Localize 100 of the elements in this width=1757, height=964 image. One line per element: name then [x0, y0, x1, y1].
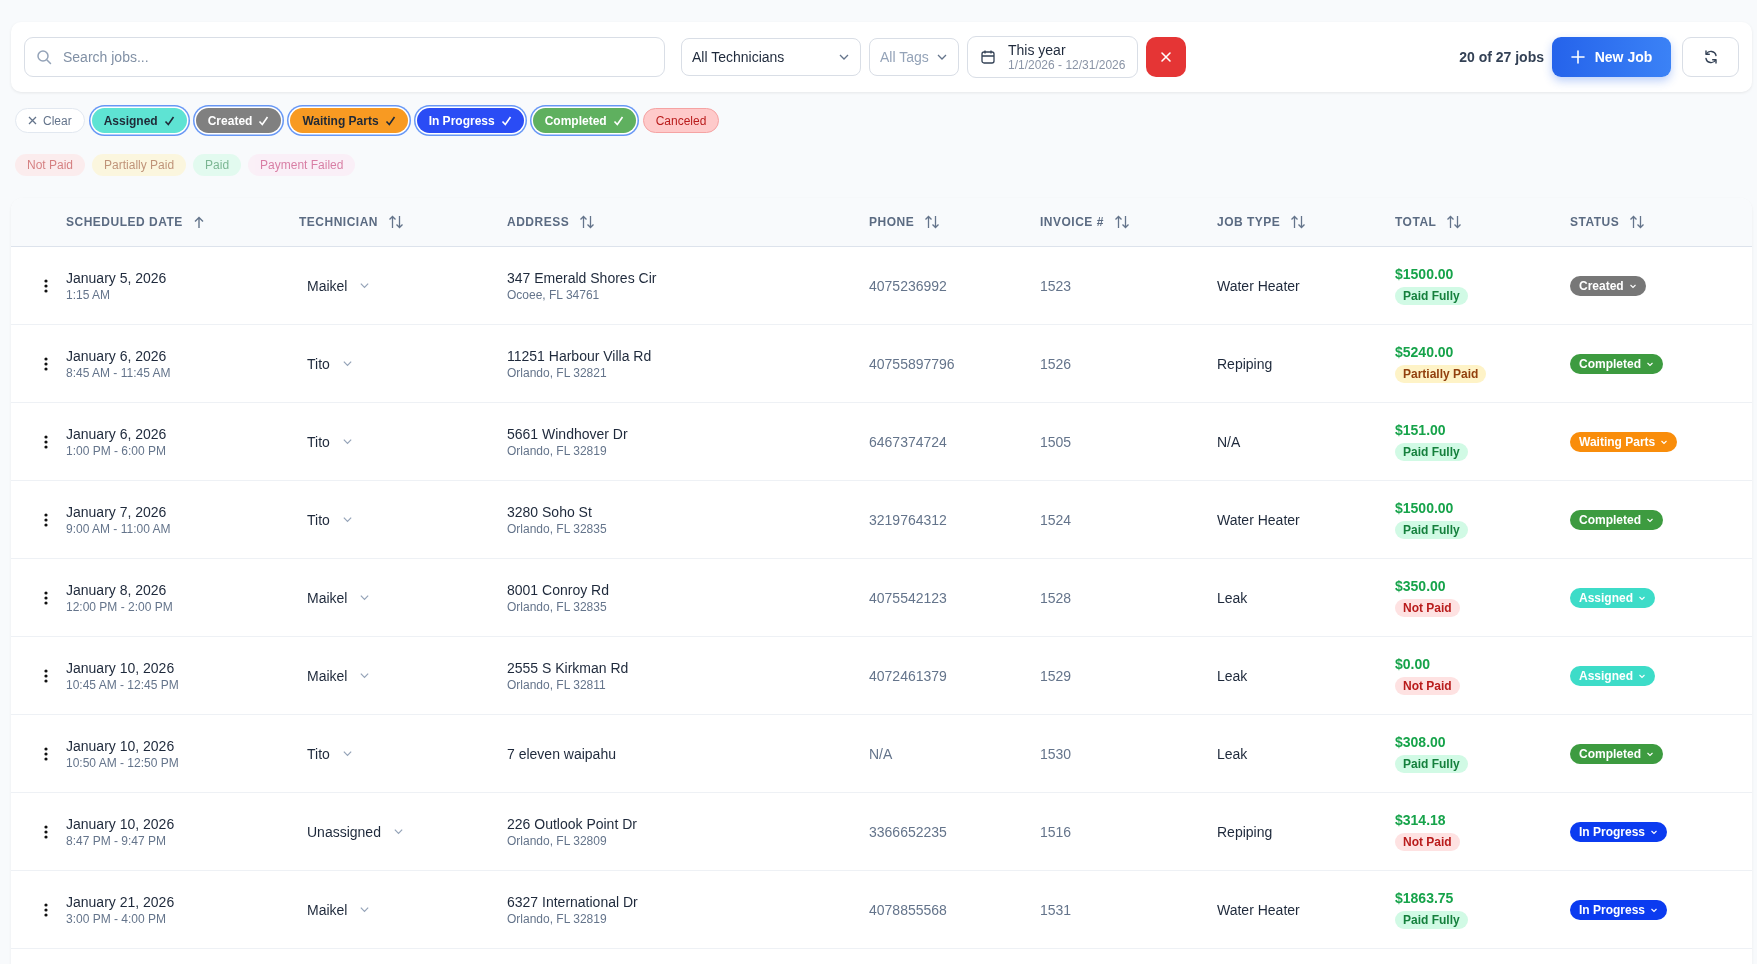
invoice-cell: 1505	[1040, 433, 1072, 450]
chevron-down-icon	[392, 826, 404, 837]
total-amount: $1500.00	[1395, 266, 1454, 282]
scheduled-date: January 10, 2026	[66, 815, 175, 832]
close-icon	[1160, 51, 1173, 63]
job-count: 20 of 27 jobs	[1459, 49, 1544, 65]
status-filter-chip[interactable]: Waiting Parts	[290, 108, 408, 133]
chevron-down-icon	[341, 514, 353, 525]
status-filter-chip[interactable]: Assigned	[91, 108, 187, 133]
status-dropdown[interactable]: Completed	[1570, 509, 1663, 530]
technician-select[interactable]: Maikel	[299, 897, 379, 922]
chevron-down-icon	[359, 280, 371, 291]
column-header[interactable]: SCHEDULED DATE	[66, 215, 183, 229]
city-line: Orlando, FL 32819	[507, 911, 607, 926]
scheduled-date: January 6, 2026	[66, 425, 167, 442]
more-options-icon[interactable]	[43, 512, 48, 527]
invoice-cell: 1531	[1040, 901, 1072, 918]
sort-icon[interactable]	[1113, 215, 1130, 229]
plus-icon	[1570, 50, 1585, 64]
status-dropdown[interactable]: Created	[1570, 275, 1646, 296]
date-range-picker[interactable]: This year 1/1/2026 - 12/31/2026	[967, 36, 1139, 78]
payment-badge: Partially Paid	[1395, 365, 1487, 383]
scheduled-time: 12:00 PM - 2:00 PM	[66, 599, 173, 614]
more-options-icon[interactable]	[43, 902, 48, 917]
scheduled-date: January 21, 2026	[66, 893, 175, 910]
sort-ascending-icon[interactable]	[192, 215, 205, 229]
total-amount: $1500.00	[1395, 500, 1454, 516]
sort-icon[interactable]	[1290, 215, 1307, 229]
job-type-cell: Water Heater	[1217, 277, 1300, 294]
invoice-cell: 1526	[1040, 355, 1072, 372]
technician-select[interactable]: Tito	[299, 741, 361, 766]
technician-select[interactable]: Tito	[299, 429, 361, 454]
invoice-cell: 1529	[1040, 667, 1072, 684]
clear-date-button[interactable]	[1146, 37, 1187, 77]
total-amount: $350.00	[1395, 578, 1446, 594]
more-options-icon[interactable]	[43, 434, 48, 449]
technician-select[interactable]: Maikel	[299, 273, 379, 298]
job-type-cell: Repiping	[1217, 355, 1273, 372]
column-header[interactable]: PHONE	[869, 215, 915, 229]
more-options-icon[interactable]	[43, 668, 48, 683]
chevron-down-icon	[359, 904, 371, 915]
phone-cell: 6467374724	[869, 433, 947, 450]
refresh-button[interactable]	[1682, 37, 1739, 77]
phone-cell: 4075236992	[869, 277, 947, 294]
column-header[interactable]: TECHNICIAN	[299, 215, 378, 229]
status-dropdown[interactable]: Completed	[1570, 743, 1663, 764]
status-dropdown[interactable]: In Progress	[1570, 899, 1668, 920]
more-options-icon[interactable]	[43, 590, 48, 605]
street-address: 6327 International Dr	[507, 893, 638, 910]
job-type-cell: Leak	[1217, 667, 1248, 684]
status-dropdown[interactable]: Completed	[1570, 353, 1663, 374]
column-header[interactable]: STATUS	[1570, 215, 1620, 229]
more-options-icon[interactable]	[43, 278, 48, 293]
check-icon	[163, 115, 175, 126]
column-header[interactable]: JOB TYPE	[1217, 215, 1281, 229]
technician-select[interactable]: Tito	[299, 351, 361, 376]
invoice-cell: 1524	[1040, 511, 1072, 528]
payment-filter-chip[interactable]: Partially Paid	[92, 154, 187, 176]
technician-select[interactable]: Unassigned	[299, 819, 412, 844]
payment-badge: Not Paid	[1395, 833, 1460, 851]
more-options-icon[interactable]	[43, 746, 48, 761]
column-header[interactable]: ADDRESS	[507, 215, 570, 229]
technician-select[interactable]: Tito	[299, 507, 361, 532]
invoice-cell: 1530	[1040, 745, 1072, 762]
clear-filters-button[interactable]: Clear	[15, 108, 85, 133]
status-filter-chip[interactable]: Canceled	[642, 108, 720, 133]
status-filter-chip[interactable]: Completed	[532, 108, 636, 133]
column-header[interactable]: TOTAL	[1395, 215, 1437, 229]
status-filter-chip[interactable]: In Progress	[416, 108, 524, 133]
scheduled-time: 8:45 AM - 11:45 AM	[66, 365, 171, 380]
street-address: 8001 Conroy Rd	[507, 581, 609, 598]
job-type-cell: Repiping	[1217, 823, 1273, 840]
total-amount: $151.00	[1395, 422, 1446, 438]
payment-badge: Not Paid	[1395, 677, 1460, 695]
phone-cell: 3366652235	[869, 823, 947, 840]
payment-filter-chip[interactable]: Not Paid	[15, 154, 86, 176]
tags-dropdown[interactable]: All Tags	[869, 38, 959, 76]
city-line: Orlando, FL 32835	[507, 521, 607, 536]
status-dropdown[interactable]: In Progress	[1570, 821, 1668, 842]
technician-select[interactable]: Maikel	[299, 585, 379, 610]
city-line: Orlando, FL 32821	[507, 365, 607, 380]
sort-icon[interactable]	[388, 215, 404, 229]
invoice-cell: 1523	[1040, 277, 1072, 294]
technician-select[interactable]: Maikel	[299, 663, 379, 688]
sort-icon[interactable]	[1629, 215, 1646, 229]
column-header[interactable]: INVOICE #	[1040, 215, 1104, 229]
phone-cell: N/A	[869, 745, 893, 762]
street-address: 5661 Windhover Dr	[507, 425, 628, 442]
scheduled-time: 8:47 PM - 9:47 PM	[66, 833, 167, 848]
new-job-button[interactable]: New Job	[1552, 37, 1671, 77]
status-filter-chip[interactable]: Created	[195, 108, 282, 133]
more-options-icon[interactable]	[43, 824, 48, 839]
sort-icon[interactable]	[1446, 215, 1463, 229]
more-options-icon[interactable]	[43, 356, 48, 371]
technician-dropdown[interactable]: All Technicians	[681, 38, 861, 76]
sort-icon[interactable]	[579, 215, 596, 229]
total-amount: $308.00	[1395, 734, 1446, 750]
total-amount: $1863.75	[1395, 890, 1454, 906]
sort-icon[interactable]	[924, 215, 941, 229]
search-field[interactable]: Search jobs...	[24, 37, 665, 77]
